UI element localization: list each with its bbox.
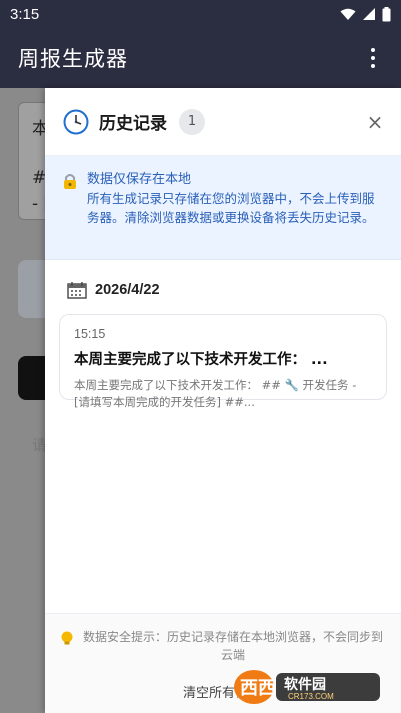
more-dot-icon: [371, 56, 375, 60]
status-bar: 3:15: [0, 0, 401, 28]
app-bar: 周报生成器: [0, 28, 401, 88]
lightbulb-icon: [61, 631, 73, 645]
notice-body: 数据仅保存在本地 所有生成记录只存储在您的浏览器中，不会上传到服务器。清除浏览器…: [87, 170, 383, 259]
wifi-icon: [340, 8, 356, 20]
more-dot-icon: [371, 64, 375, 68]
drawer-header: 历史记录 1 ×: [45, 88, 401, 156]
status-icons: [340, 6, 391, 22]
clock-icon: [63, 109, 89, 134]
svg-text:软件园: 软件园: [284, 676, 326, 693]
more-dot-icon: [371, 48, 375, 52]
history-count-badge: 1: [179, 108, 205, 135]
drawer-title: 历史记录: [99, 114, 167, 134]
group-date: 2026/4/22: [95, 282, 160, 298]
record-preview: 本周主要完成了以下技术开发工作： ## 🔧 开发任务 - [请填写本周完成的开发…: [74, 378, 357, 409]
svg-text:CR173.COM: CR173.COM: [288, 692, 334, 701]
more-options-button[interactable]: [363, 44, 383, 72]
watermark-logo: 西西 软件园 CR173.COM: [232, 667, 382, 707]
history-record-card[interactable]: 15:15 本周主要完成了以下技术开发工作： ... 本周主要完成了以下技术开发…: [59, 314, 387, 409]
lock-icon: [64, 174, 76, 189]
battery-icon: [382, 6, 391, 21]
status-time: 3:15: [10, 5, 40, 23]
svg-text:西西: 西西: [240, 678, 276, 699]
history-drawer: 历史记录 1 × 数据仅保存在本地 所有生成记录只存储在您的浏览器中，不会上传到…: [45, 88, 401, 713]
signal-icon: [363, 8, 375, 20]
calendar-icon: [67, 282, 87, 299]
local-storage-notice: 数据仅保存在本地 所有生成记录只存储在您的浏览器中，不会上传到服务器。清除浏览器…: [45, 156, 401, 260]
watermark-logo-graphic: 西西 软件园 CR173.COM: [234, 670, 380, 704]
close-drawer-button[interactable]: ×: [365, 110, 385, 134]
app-title: 周报生成器: [18, 47, 128, 71]
notice-title: 数据仅保存在本地: [87, 172, 192, 187]
record-title: 本周主要完成了以下技术开发工作： ...: [74, 352, 328, 368]
safety-tip: 数据安全提示：历史记录存储在本地浏览器，不会同步到云端: [45, 614, 401, 664]
date-group-header: 2026/4/22: [45, 266, 401, 314]
notice-text: 所有生成记录只存储在您的浏览器中，不会上传到服务器。清除浏览器数据或更换设备将丢…: [87, 191, 375, 225]
safety-tip-text: 数据安全提示：历史记录存储在本地浏览器，不会同步到云端: [82, 630, 383, 662]
record-time: 15:15: [74, 327, 106, 341]
